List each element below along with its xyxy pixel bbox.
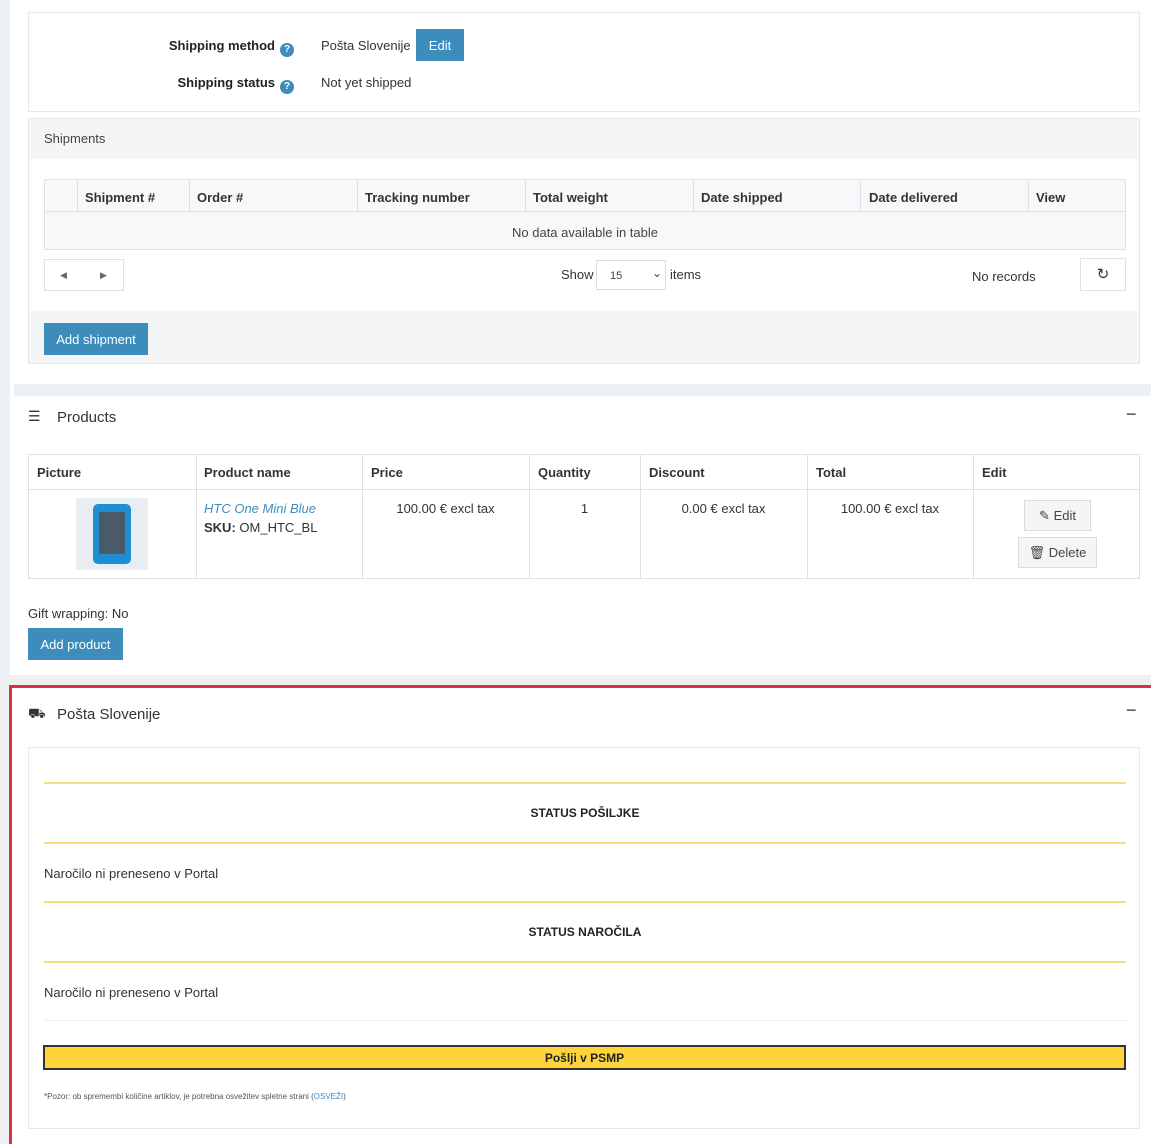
order-status-heading: STATUS NAROČILA <box>528 925 642 939</box>
collapse-icon[interactable]: − <box>1126 404 1137 425</box>
phone-image <box>93 504 131 564</box>
col-shipment-number[interactable]: Shipment # <box>85 190 155 205</box>
empty-table-text: No data available in table <box>512 225 658 240</box>
edit-product-button[interactable]: ✎ Edit <box>1024 500 1091 531</box>
col-total-weight[interactable]: Total weight <box>533 190 608 205</box>
col-total[interactable]: Total <box>816 465 846 480</box>
col-edit[interactable]: Edit <box>982 465 1007 480</box>
col-view[interactable]: View <box>1036 190 1065 205</box>
shipping-method-value: Pošta Slovenije <box>321 38 411 53</box>
col-date-shipped[interactable]: Date shipped <box>701 190 783 205</box>
order-status-text: Naročilo ni preneseno v Portal <box>44 985 219 1000</box>
shipment-status-heading: STATUS POŠILJKE <box>530 806 640 820</box>
product-name-link[interactable]: HTC One Mini Blue <box>204 501 316 516</box>
col-date-delivered[interactable]: Date delivered <box>869 190 958 205</box>
product-sku: SKU: OM_HTC_BL <box>204 520 318 535</box>
add-shipment-button[interactable]: Add shipment <box>44 323 148 355</box>
refresh-icon: ↻ <box>1096 266 1110 283</box>
shipping-status-value: Not yet shipped <box>321 75 412 90</box>
chevron-down-icon: ⌄ <box>652 266 663 280</box>
help-icon[interactable]: ? <box>280 43 294 57</box>
collapse-icon[interactable]: − <box>1126 700 1137 721</box>
delete-product-button[interactable]: 🗑 Delete <box>1018 537 1097 568</box>
send-to-psmp-button[interactable]: Pošlji v PSMP <box>43 1045 1126 1070</box>
posta-title: Pošta Slovenije <box>57 706 161 723</box>
product-thumbnail[interactable] <box>76 498 148 570</box>
shipments-card: Shipments Shipment # Order # Tracking nu… <box>28 118 1140 364</box>
list-icon: ☰ <box>28 408 41 424</box>
product-discount: 0.00 € excl tax <box>681 501 766 516</box>
section-divider <box>10 675 1151 685</box>
shipping-info-card: Shipping method? Pošta Slovenije Edit Sh… <box>28 12 1140 112</box>
shipping-method-label: Shipping method? <box>169 38 294 57</box>
col-tracking-number[interactable]: Tracking number <box>365 190 470 205</box>
add-product-button[interactable]: Add product <box>28 628 123 660</box>
shipping-status-label: Shipping status? <box>178 75 294 94</box>
product-quantity: 1 <box>580 501 589 516</box>
shipment-status-text: Naročilo ni preneseno v Portal <box>44 866 219 881</box>
edit-shipping-method-button[interactable]: Edit <box>416 29 464 61</box>
product-total: 100.00 € excl tax <box>840 501 940 516</box>
gift-wrapping: Gift wrapping: No <box>28 606 129 621</box>
refresh-note: *Pozor: ob spremembi količine artiklov, … <box>44 1092 346 1101</box>
pager: ◀ ▶ <box>44 259 124 291</box>
col-price[interactable]: Price <box>371 465 403 480</box>
show-label: Show <box>561 267 594 282</box>
products-table: Picture Product name Price Quantity Disc… <box>28 454 1140 579</box>
col-picture[interactable]: Picture <box>37 465 81 480</box>
prev-page-icon[interactable]: ◀ <box>60 270 67 281</box>
col-product-name[interactable]: Product name <box>204 465 291 480</box>
shipments-title: Shipments <box>44 131 106 146</box>
refresh-button[interactable]: ↻ <box>1080 258 1126 291</box>
refresh-link[interactable]: OSVEŽI <box>314 1092 343 1101</box>
col-order-number[interactable]: Order # <box>197 190 243 205</box>
products-header: ☰ Products − <box>14 396 1151 438</box>
pencil-icon: ✎ <box>1039 508 1050 523</box>
truck-icon: ⛟ <box>28 705 46 721</box>
col-discount[interactable]: Discount <box>649 465 705 480</box>
product-price: 100.00 € excl tax <box>396 501 495 516</box>
trash-icon: 🗑 <box>1028 545 1046 560</box>
records-text: No records <box>972 269 1036 284</box>
help-icon[interactable]: ? <box>280 80 294 94</box>
next-page-icon[interactable]: ▶ <box>100 270 107 281</box>
table-row: HTC One Mini Blue SKU: OM_HTC_BL 100.00 … <box>29 490 1139 578</box>
page-size-select[interactable]: 15 ⌄ <box>596 260 666 290</box>
col-quantity[interactable]: Quantity <box>538 465 591 480</box>
section-divider <box>14 384 1151 396</box>
products-title: Products <box>57 409 117 426</box>
items-label: items <box>670 267 702 282</box>
